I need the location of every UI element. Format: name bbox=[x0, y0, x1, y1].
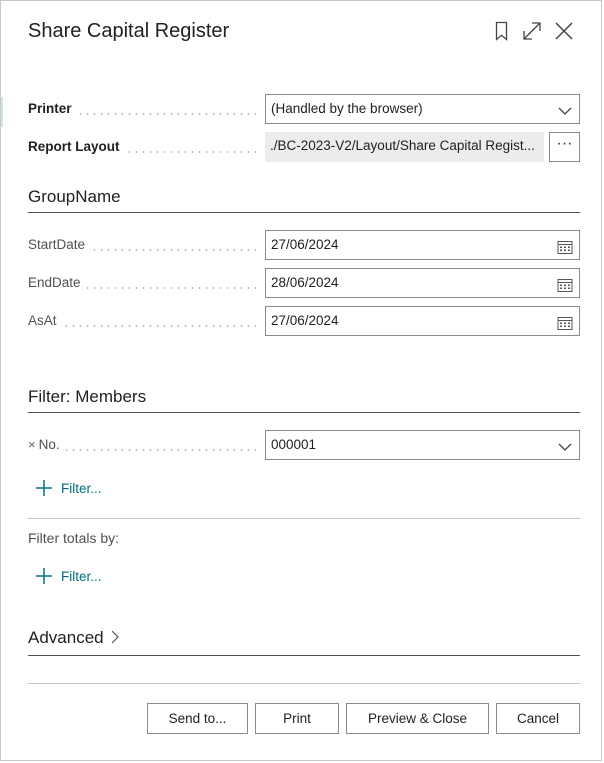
report-layout-value: ./BC-2023-V2/Layout/Share Capital Regist… bbox=[265, 132, 544, 162]
printer-row: Printer (Handled by the browser) bbox=[28, 94, 580, 124]
filter-no-label: × No. bbox=[28, 430, 256, 460]
chevron-down-icon bbox=[557, 101, 573, 117]
enddate-label: EndDate bbox=[28, 268, 256, 298]
report-request-dialog: Share Capital Register Printer (Handled … bbox=[0, 0, 602, 761]
asat-input[interactable]: 27/06/2024 bbox=[265, 306, 580, 336]
add-member-filter-link[interactable]: Filter... bbox=[35, 479, 102, 497]
cancel-button[interactable]: Cancel bbox=[496, 703, 580, 734]
group-section-heading[interactable]: GroupName bbox=[28, 187, 580, 213]
enddate-value: 28/06/2024 bbox=[271, 275, 339, 290]
filter-no-value: 000001 bbox=[271, 437, 317, 452]
enddate-input[interactable]: 28/06/2024 bbox=[265, 268, 580, 298]
footer-divider bbox=[28, 683, 580, 684]
filter-no-row: × No. 000001 bbox=[28, 430, 580, 460]
startdate-label: StartDate bbox=[28, 230, 256, 260]
report-layout-label: Report Layout bbox=[28, 132, 256, 162]
asat-row: AsAt 27/06/2024 bbox=[28, 306, 580, 336]
plus-icon bbox=[35, 479, 53, 497]
printer-select[interactable]: (Handled by the browser) bbox=[265, 94, 580, 124]
filter-no-select[interactable]: 000001 bbox=[265, 430, 580, 460]
preview-close-button[interactable]: Preview & Close bbox=[346, 703, 489, 734]
asat-value: 27/06/2024 bbox=[271, 313, 339, 328]
filter-members-heading: Filter: Members bbox=[28, 387, 580, 413]
enddate-row: EndDate 28/06/2024 bbox=[28, 268, 580, 298]
bookmark-icon[interactable] bbox=[490, 19, 514, 43]
send-to-button[interactable]: Send to... bbox=[147, 703, 248, 734]
calendar-icon[interactable] bbox=[557, 313, 573, 330]
printer-label: Printer bbox=[28, 94, 256, 124]
advanced-section-heading[interactable]: Advanced bbox=[28, 628, 580, 656]
startdate-input[interactable]: 27/06/2024 bbox=[265, 230, 580, 260]
expand-icon[interactable] bbox=[520, 19, 544, 43]
startdate-value: 27/06/2024 bbox=[271, 237, 339, 252]
divider bbox=[28, 518, 580, 519]
add-totals-filter-link[interactable]: Filter... bbox=[35, 567, 102, 585]
calendar-icon[interactable] bbox=[557, 275, 573, 292]
remove-filter-icon[interactable]: × bbox=[28, 437, 36, 452]
chevron-down-icon bbox=[557, 437, 573, 453]
printer-value: (Handled by the browser) bbox=[271, 101, 423, 116]
report-layout-row: Report Layout ./BC-2023-V2/Layout/Share … bbox=[28, 132, 580, 162]
asat-label: AsAt bbox=[28, 306, 256, 336]
print-button[interactable]: Print bbox=[255, 703, 339, 734]
report-layout-more-button[interactable]: ··· bbox=[549, 132, 580, 162]
dialog-title: Share Capital Register bbox=[28, 20, 230, 42]
filter-totals-label: Filter totals by: bbox=[28, 530, 120, 546]
startdate-row: StartDate 27/06/2024 bbox=[28, 230, 580, 260]
chevron-right-icon bbox=[110, 629, 120, 650]
focus-accent bbox=[1, 97, 3, 127]
calendar-icon[interactable] bbox=[557, 237, 573, 254]
plus-icon bbox=[35, 567, 53, 585]
close-icon[interactable] bbox=[552, 19, 576, 43]
